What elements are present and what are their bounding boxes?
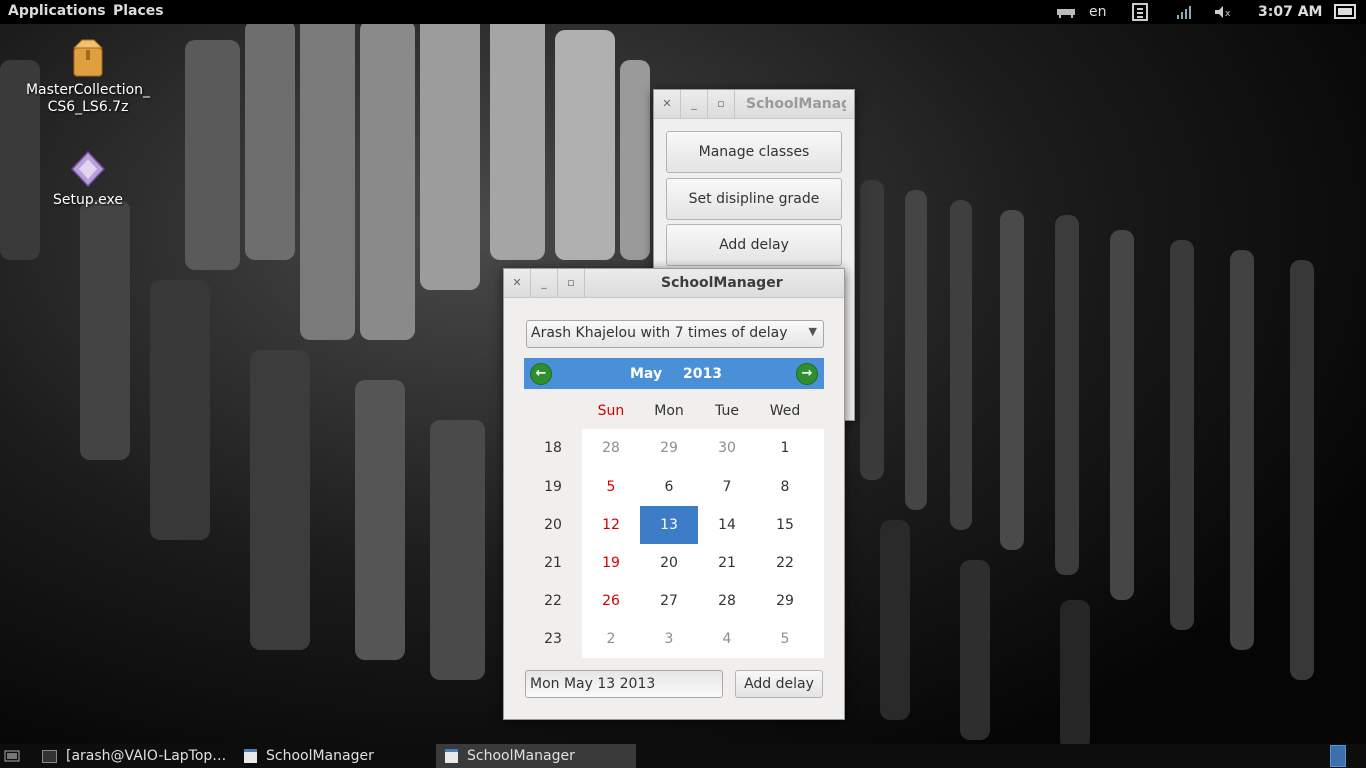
workspace-switcher[interactable]	[1330, 744, 1346, 768]
signal-strength-icon[interactable]	[1176, 0, 1192, 24]
student-select[interactable]: Arash Khajelou with 7 times of delay ▼	[526, 320, 824, 348]
session-menu-icon[interactable]	[1334, 0, 1356, 24]
add-delay-button[interactable]: Add delay	[735, 670, 823, 698]
top-panel: Applications Places en x 3:07 AM	[0, 0, 1366, 24]
calendar-day[interactable]: 29	[756, 582, 814, 620]
main-window-titlebar[interactable]: ✕ _ ▫ SchoolManager	[654, 90, 854, 119]
window-title: SchoolManager	[661, 275, 783, 291]
calendar-day[interactable]: 6	[640, 468, 698, 506]
desktop-icon-label: MasterCollection_	[25, 82, 151, 98]
places-menu[interactable]: Places	[113, 3, 164, 19]
calendar-day[interactable]: 5	[582, 468, 640, 506]
calendar-day[interactable]: 28	[698, 582, 756, 620]
calendar-day-selected[interactable]: 13	[640, 506, 698, 544]
calendar-day[interactable]: 20	[640, 544, 698, 582]
calendar-day[interactable]: 19	[582, 544, 640, 582]
calendar-day[interactable]: 2	[582, 620, 640, 658]
calendar-day[interactable]: 21	[698, 544, 756, 582]
calendar-day[interactable]: 12	[582, 506, 640, 544]
calendar-day[interactable]: 4	[698, 620, 756, 658]
maximize-icon[interactable]: ▫	[558, 269, 585, 297]
calendar-day[interactable]: 30	[698, 429, 756, 467]
date-field-value: Mon May 13 2013	[530, 676, 656, 692]
week-number: 22	[544, 593, 562, 609]
svg-text:x: x	[1225, 9, 1231, 19]
calendar-header: ← May 2013 →	[524, 358, 824, 389]
calendar-day[interactable]: 1	[756, 429, 814, 467]
week-number: 19	[544, 479, 562, 495]
week-number: 21	[544, 555, 562, 571]
close-icon[interactable]: ✕	[504, 269, 531, 297]
calendar-day[interactable]: 27	[640, 582, 698, 620]
taskbar-item-label: [arash@VAIO-LapTop…	[66, 748, 227, 764]
calendar-day[interactable]: 3	[640, 620, 698, 658]
window-icon	[445, 749, 458, 763]
taskbar-item-terminal[interactable]: [arash@VAIO-LapTop…	[42, 744, 232, 768]
show-desktop-icon[interactable]	[4, 744, 24, 768]
minimize-icon[interactable]: _	[681, 90, 708, 118]
add-delay-main-button[interactable]: Add delay	[666, 224, 842, 266]
calendar-day[interactable]: 5	[756, 620, 814, 658]
executable-icon	[70, 150, 106, 188]
day-name-wed: Wed	[769, 403, 801, 419]
desktop-icon-label: CS6_LS6.7z	[47, 99, 129, 115]
calendar-day[interactable]: 15	[756, 506, 814, 544]
calendar-day[interactable]: 29	[640, 429, 698, 467]
clipboard-icon[interactable]	[1131, 0, 1149, 24]
next-month-icon[interactable]: →	[796, 363, 818, 385]
clock[interactable]: 3:07 AM	[1258, 0, 1322, 24]
desktop-icon-label: Setup.exe	[52, 192, 124, 208]
date-field[interactable]: Mon May 13 2013	[525, 670, 723, 698]
archive-icon	[70, 38, 106, 78]
student-select-value: Arash Khajelou with 7 times of delay	[531, 325, 788, 341]
calendar-day[interactable]: 26	[582, 582, 640, 620]
day-name-tue: Tue	[715, 403, 739, 419]
window-title: SchoolManager	[746, 96, 846, 112]
dialog-titlebar[interactable]: ✕ _ ▫ SchoolManager	[504, 269, 844, 298]
calendar-day[interactable]: 22	[756, 544, 814, 582]
set-discipline-grade-button[interactable]: Set disipline grade	[666, 178, 842, 220]
minimize-icon[interactable]: _	[531, 269, 558, 297]
terminal-icon	[42, 749, 57, 763]
calendar-day[interactable]: 7	[698, 468, 756, 506]
taskbar-item-schoolmanager[interactable]: SchoolManager	[244, 744, 434, 768]
volume-muted-icon[interactable]: x	[1214, 0, 1234, 24]
chevron-down-icon: ▼	[808, 325, 817, 338]
network-wired-icon[interactable]	[1056, 0, 1076, 24]
keyboard-layout-indicator[interactable]: en	[1089, 0, 1107, 24]
calendar-month[interactable]: May	[630, 366, 662, 382]
calendar-day[interactable]: 14	[698, 506, 756, 544]
desktop-icon-archive[interactable]: MasterCollection_ CS6_LS6.7z	[23, 38, 153, 116]
day-name-sun: Sun	[597, 403, 625, 419]
week-number: 18	[544, 440, 562, 456]
taskbar-item-schoolmanager-active[interactable]: SchoolManager	[436, 744, 636, 768]
bottom-panel: [arash@VAIO-LapTop… SchoolManager School…	[0, 744, 1366, 768]
close-icon[interactable]: ✕	[654, 90, 681, 118]
calendar-day[interactable]: 28	[582, 429, 640, 467]
add-delay-dialog: ✕ _ ▫ SchoolManager Arash Khajelou with …	[503, 268, 845, 720]
previous-month-icon[interactable]: ←	[530, 363, 552, 385]
day-name-mon: Mon	[654, 403, 684, 419]
manage-classes-button[interactable]: Manage classes	[666, 131, 842, 173]
taskbar-item-label: SchoolManager	[266, 748, 374, 764]
applications-menu[interactable]: Applications	[8, 3, 106, 19]
week-number: 23	[544, 631, 562, 647]
maximize-icon[interactable]: ▫	[708, 90, 735, 118]
taskbar-item-label: SchoolManager	[467, 748, 575, 764]
window-icon	[244, 749, 257, 763]
desktop-icon-setup[interactable]: Setup.exe	[23, 150, 153, 209]
calendar-year[interactable]: 2013	[683, 366, 722, 382]
calendar-day[interactable]: 8	[756, 468, 814, 506]
week-number: 20	[544, 517, 562, 533]
